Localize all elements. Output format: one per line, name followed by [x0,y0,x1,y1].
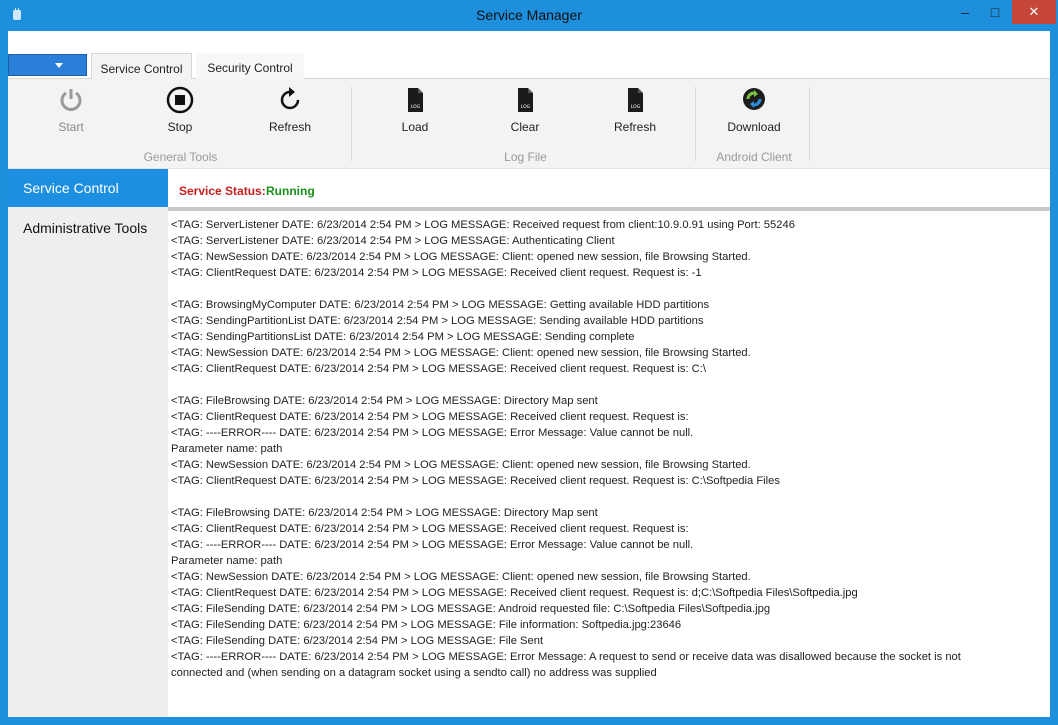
log-line: <TAG: SendingPartitionsList DATE: 6/23/2… [171,331,635,343]
stop-button[interactable]: Stop [140,85,220,134]
log-line: <TAG: ServerListener DATE: 6/23/2014 2:5… [171,235,615,247]
refresh-icon [280,87,300,110]
minimize-button[interactable]: – [950,0,980,24]
refresh-log-label: Refresh [613,120,657,134]
ribbon: Start Stop Refresh General Tools LOG Loa… [8,79,1050,169]
download-button[interactable]: Download [714,85,794,134]
group-label-general-tools: General Tools [143,150,218,164]
group-label-log-file: Log File [504,150,547,164]
log-line: <TAG: ----ERROR---- DATE: 6/23/2014 2:54… [171,427,694,439]
chevron-down-icon [55,63,63,68]
log-line: <TAG: FileSending DATE: 6/23/2014 2:54 P… [171,619,682,631]
start-label: Start [58,120,84,134]
log-line: <TAG: ----ERROR---- DATE: 6/23/2014 2:54… [171,651,961,663]
load-log-button[interactable]: LOG Load [375,85,455,134]
group-separator [809,87,810,161]
log-line: <TAG: ClientRequest DATE: 6/23/2014 2:54… [171,475,780,487]
maximize-button[interactable]: □ [980,0,1010,24]
main-panel: Service Status: Running <TAG: ServerList… [168,169,1050,717]
android-download-icon [743,88,765,110]
log-line: <TAG: ClientRequest DATE: 6/23/2014 2:54… [171,267,702,279]
close-button[interactable]: ✕ [1012,0,1056,24]
log-line: <TAG: ClientRequest DATE: 6/23/2014 2:54… [171,363,706,375]
group-label-android-client: Android Client [716,150,792,164]
stop-label: Stop [167,120,193,134]
log-icon-text: LOG [411,104,421,110]
app-menu-button[interactable] [8,54,87,76]
tab-security-control[interactable]: Security Control [196,53,304,80]
sidebar: Service Control Administrative Tools [8,169,168,717]
log-line: <TAG: ClientRequest DATE: 6/23/2014 2:54… [171,523,689,535]
log-line: <TAG: FileBrowsing DATE: 6/23/2014 2:54 … [171,507,598,519]
stop-icon [166,86,194,114]
log-icon-text: LOG [631,104,641,110]
tab-strip: Service Control Security Control [8,53,1050,80]
refresh-log-button[interactable]: LOG Refresh [595,85,675,134]
log-line: <TAG: FileBrowsing DATE: 6/23/2014 2:54 … [171,395,598,407]
log-line: <TAG: ClientRequest DATE: 6/23/2014 2:54… [171,587,858,599]
start-button[interactable]: Start [31,85,111,134]
service-status-bar: Service Status: Running [168,169,1050,211]
refresh-service-label: Refresh [268,120,312,134]
group-separator [351,87,352,161]
log-line: connected and (when sending on a datagra… [171,667,657,679]
app-window: Service Manager – □ ✕ Service Control Se… [0,0,1058,725]
log-line: <TAG: ServerListener DATE: 6/23/2014 2:5… [171,219,795,231]
group-separator [695,87,696,161]
log-line: <TAG: NewSession DATE: 6/23/2014 2:54 PM… [171,347,751,359]
tab-service-control[interactable]: Service Control [91,53,192,80]
log-line: <TAG: NewSession DATE: 6/23/2014 2:54 PM… [171,251,751,263]
clear-label: Clear [510,120,540,134]
service-status-value: Running [266,184,315,198]
log-line: <TAG: NewSession DATE: 6/23/2014 2:54 PM… [171,571,751,583]
log-file-icon: LOG [628,88,643,112]
sidebar-item-service-control[interactable]: Service Control [8,169,168,207]
service-status-label: Service Status: [179,184,266,198]
clear-log-button[interactable]: LOG Clear [485,85,565,134]
log-line: Parameter name: path [171,443,283,455]
log-line: <TAG: ClientRequest DATE: 6/23/2014 2:54… [171,411,689,423]
client-area: Service Control Security Control Start S… [8,31,1050,717]
log-file-icon: LOG [408,88,423,112]
log-line: <TAG: BrowsingMyComputer DATE: 6/23/2014… [171,299,710,311]
window-title: Service Manager [476,7,582,23]
log-line: <TAG: FileSending DATE: 6/23/2014 2:54 P… [171,635,544,647]
log-output[interactable]: <TAG: ServerListener DATE: 6/23/2014 2:5… [171,217,1047,713]
download-label: Download [727,120,781,134]
refresh-service-button[interactable]: Refresh [250,85,330,134]
log-icon-text: LOG [521,104,531,110]
log-line: <TAG: FileSending DATE: 6/23/2014 2:54 P… [171,603,771,615]
log-line: <TAG: ----ERROR---- DATE: 6/23/2014 2:54… [171,539,694,551]
title-bar[interactable]: Service Manager – □ ✕ [0,0,1058,32]
log-file-icon: LOG [518,88,533,112]
log-line: <TAG: SendingPartitionList DATE: 6/23/20… [171,315,704,327]
sidebar-item-administrative-tools[interactable]: Administrative Tools [8,209,168,247]
load-label: Load [401,120,429,134]
log-line: Parameter name: path [171,555,283,567]
log-line: <TAG: NewSession DATE: 6/23/2014 2:54 PM… [171,459,751,471]
power-icon [60,89,82,111]
